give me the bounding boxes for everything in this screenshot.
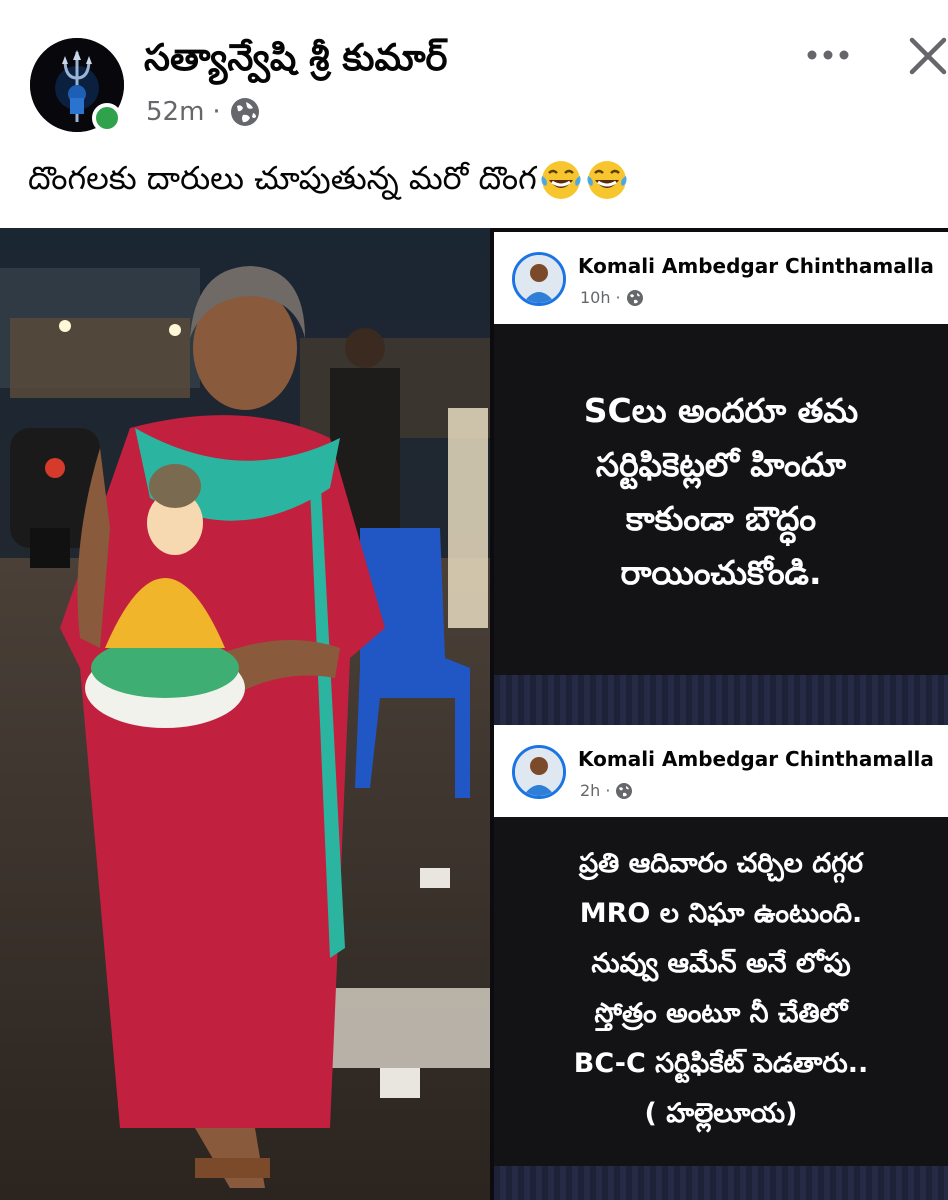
- more-options-icon: [807, 50, 849, 60]
- globe-icon: [616, 782, 633, 799]
- post-header: సత్యాన్వేషి శ్రీ కుమార్ 52m · దొంగలకు దా…: [0, 0, 948, 228]
- shared-post-text-panel: ప్రతి ఆదివారం చర్చిల దగ్గర MRO ల నిఘా ఉం…: [494, 817, 948, 1166]
- shared-meta-separator: ·: [605, 781, 611, 800]
- shared-post-line: కాకుండా బౌద్ధం: [625, 499, 817, 538]
- caption-text: దొంగలకు దారులు చూపుతున్న మరో దొంగ: [28, 159, 537, 197]
- shared-post-meta: 10h ·: [580, 288, 644, 307]
- shared-author-name: Komali Ambedgar Chinthamalla: [578, 254, 934, 278]
- shared-post-header: Komali Ambedgar Chinthamalla 2h ·: [494, 725, 948, 817]
- globe-icon: [626, 289, 643, 306]
- screenshot-divider: [494, 675, 948, 725]
- face-with-tears-of-joy-icon: [587, 161, 627, 199]
- online-status-dot: [92, 103, 122, 133]
- shared-post-line: MRO ల నిఘా ఉంటుంది.: [579, 898, 863, 929]
- shared-post-line: సర్టిఫికెట్లలో హిందూ: [595, 445, 847, 484]
- photo-woman-holding-buddha-statue: [0, 228, 490, 1200]
- facebook-post: సత్యాన్వేషి శ్రీ కుమార్ 52m · దొంగలకు దా…: [0, 0, 948, 1200]
- post-caption: దొంగలకు దారులు చూపుతున్న మరో దొంగ: [28, 158, 629, 205]
- shared-post-line: ప్రతి ఆదివారం చర్చిల దగ్గర: [578, 848, 864, 879]
- shared-post-line: SCలు అందరూ తమ: [583, 391, 859, 430]
- shared-post-meta: 2h ·: [580, 781, 633, 800]
- person-avatar-icon: [515, 255, 563, 303]
- globe-icon: [230, 98, 259, 126]
- post-time[interactable]: 52m: [146, 97, 204, 127]
- shared-author-avatar: [512, 252, 566, 306]
- shared-post-line: BC-C సర్టిఫికేట్ పెడతారు..: [573, 1048, 869, 1079]
- close-icon: [909, 37, 947, 75]
- close-button[interactable]: [902, 30, 948, 80]
- meta-separator: ·: [212, 97, 221, 127]
- post-photo[interactable]: [0, 228, 490, 1200]
- author-name[interactable]: సత్యాన్వేషి శ్రీ కుమార్: [144, 36, 447, 88]
- shared-post-line: స్తోత్రం అంటూ నీ చేతిలో: [594, 998, 848, 1029]
- shared-post-header: Komali Ambedgar Chinthamalla 10h ·: [494, 232, 948, 324]
- person-avatar-icon: [515, 748, 563, 796]
- screenshot-divider: [494, 1166, 948, 1200]
- shared-author-name: Komali Ambedgar Chinthamalla: [578, 747, 934, 771]
- shared-post-line: ( హల్లెలూయ): [644, 1098, 798, 1129]
- shared-screenshots: Komali Ambedgar Chinthamalla 10h · SCలు …: [490, 228, 948, 1200]
- shared-author-avatar: [512, 745, 566, 799]
- shared-meta-separator: ·: [615, 288, 621, 307]
- shared-post-line: రాయించుకోండి.: [620, 553, 822, 592]
- shared-post-time: 10h: [580, 288, 611, 307]
- shared-post-time: 2h: [580, 781, 601, 800]
- more-options-button[interactable]: [800, 30, 856, 80]
- post-meta: 52m ·: [146, 96, 261, 128]
- shared-post-text-panel: SCలు అందరూ తమ సర్టిఫికెట్లలో హిందూ కాకుం…: [494, 324, 948, 675]
- face-with-tears-of-joy-icon: [541, 161, 581, 199]
- shared-post-line: నువ్వు ఆమేన్ అనే లోపు: [591, 948, 851, 979]
